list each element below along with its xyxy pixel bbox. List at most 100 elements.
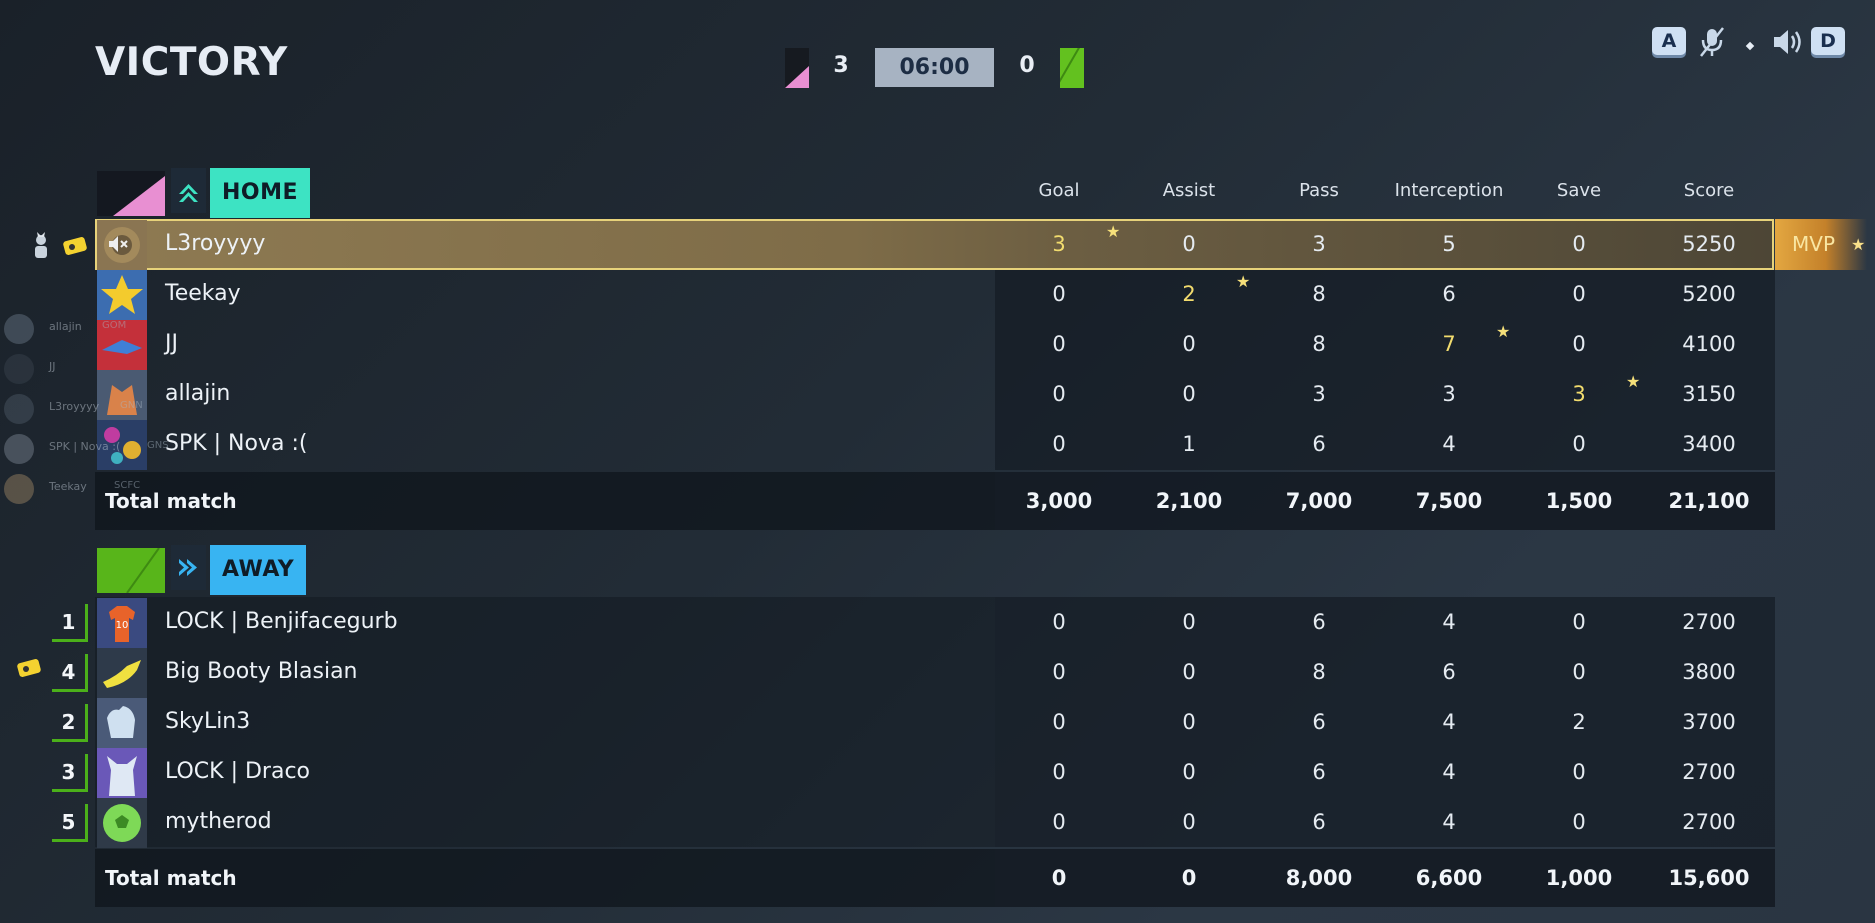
total-score: 15,600	[1668, 866, 1750, 890]
player-name[interactable]: Teekay	[165, 269, 241, 319]
avatar	[4, 434, 34, 464]
cell-goal: 0	[1052, 382, 1066, 406]
cell-goal: 0	[1052, 710, 1066, 734]
cell-interception: 6	[1442, 282, 1456, 306]
player-name[interactable]: SPK | Nova :(	[165, 419, 307, 469]
cell-save: 0	[1572, 660, 1586, 684]
column-pass: Pass	[1299, 180, 1339, 201]
total-save: 1,500	[1545, 489, 1613, 513]
cell-interception: 4	[1442, 610, 1456, 634]
cell-pass: 3	[1312, 232, 1326, 256]
total-pass: 7,000	[1285, 489, 1353, 513]
lobby-list-item[interactable]: SPK | Nova :( GNS	[2, 432, 169, 466]
result-title: VICTORY	[95, 40, 288, 85]
total-goal: 3,000	[1025, 489, 1093, 513]
cell-pass: 6	[1312, 810, 1326, 834]
player-name[interactable]: L3royyyy	[165, 219, 265, 269]
away-arrow-icon	[171, 545, 206, 590]
match-timer: 06:00	[875, 48, 994, 87]
player-name[interactable]: SkyLin3	[165, 697, 250, 747]
star-icon: ★	[1496, 322, 1511, 341]
total-assist: 0	[1181, 866, 1197, 890]
cell-assist: 0	[1182, 332, 1196, 356]
total-goal: 0	[1051, 866, 1067, 890]
dot-icon	[1745, 36, 1755, 51]
avatar	[97, 698, 147, 748]
total-assist: 2,100	[1155, 489, 1223, 513]
lobby-list-item[interactable]: L3royyyy GNN	[2, 392, 162, 426]
star-icon: ★	[1626, 372, 1641, 391]
player-name[interactable]: allajin	[165, 369, 230, 419]
cell-interception: 3	[1442, 382, 1456, 406]
cell-interception: 7	[1442, 332, 1456, 356]
cell-save: 0	[1572, 282, 1586, 306]
total-pass: 8,000	[1285, 866, 1353, 890]
player-name[interactable]: LOCK | Draco	[165, 747, 310, 797]
column-goal: Goal	[1038, 180, 1080, 201]
cell-interception: 6	[1442, 660, 1456, 684]
cell-save: 0	[1572, 760, 1586, 784]
player-name[interactable]: Big Booty Blasian	[165, 647, 358, 697]
total-interception: 6,600	[1415, 866, 1483, 890]
away-team-flag	[1060, 48, 1084, 88]
star-icon: ★	[1106, 222, 1121, 241]
lobby-list-item[interactable]: Teekay SCFC	[2, 472, 162, 506]
rank-badge: 1	[52, 604, 88, 642]
cell-score: 3800	[1682, 660, 1736, 684]
cell-save: 0	[1572, 332, 1586, 356]
muted-speaker-icon[interactable]	[107, 233, 129, 259]
player-name[interactable]: JJ	[165, 319, 178, 369]
cell-assist: 0	[1182, 610, 1196, 634]
away-score: 0	[1019, 53, 1035, 78]
cell-pass: 8	[1312, 332, 1326, 356]
mvp-badge: MVP ★	[1775, 219, 1867, 270]
mvp-label: MVP	[1792, 232, 1835, 256]
avatar	[4, 474, 34, 504]
avatar	[4, 354, 34, 384]
cell-assist: 0	[1182, 810, 1196, 834]
total-save: 1,000	[1545, 866, 1613, 890]
avatar	[4, 394, 34, 424]
lobby-list-item[interactable]: JJ	[2, 352, 162, 386]
cell-goal: 0	[1052, 810, 1066, 834]
cell-save: 0	[1572, 232, 1586, 256]
player-name[interactable]: mytherod	[165, 797, 272, 847]
svg-text:10: 10	[116, 620, 129, 631]
cell-pass: 8	[1312, 282, 1326, 306]
cell-assist: 2	[1182, 282, 1196, 306]
key-d-hint[interactable]: D	[1811, 27, 1845, 55]
cell-interception: 5	[1442, 232, 1456, 256]
home-team-flag	[785, 48, 809, 88]
cell-score: 3400	[1682, 432, 1736, 456]
cell-assist: 1	[1182, 432, 1196, 456]
star-icon: ★	[1236, 272, 1251, 291]
cell-pass: 8	[1312, 660, 1326, 684]
cell-pass: 3	[1312, 382, 1326, 406]
cell-pass: 6	[1312, 610, 1326, 634]
away-total-label: Total match	[105, 866, 237, 890]
rank-badge: 3	[52, 754, 88, 792]
cell-goal: 3	[1052, 232, 1066, 256]
speaker-icon[interactable]	[1771, 26, 1805, 58]
lobby-player-name: SPK | Nova :(	[49, 440, 121, 453]
cell-score: 4100	[1682, 332, 1736, 356]
cell-save: 0	[1572, 610, 1586, 634]
rank-badge: 5	[52, 804, 88, 842]
avatar: 10	[97, 598, 147, 648]
mic-muted-icon[interactable]	[1697, 26, 1727, 58]
rank-badge: 2	[52, 704, 88, 742]
cell-goal: 0	[1052, 760, 1066, 784]
cell-score: 2700	[1682, 610, 1736, 634]
home-team-label: HOME	[210, 168, 311, 218]
cell-pass: 6	[1312, 760, 1326, 784]
lobby-list-item[interactable]: allajin GOM	[2, 312, 162, 346]
column-interception: Interception	[1394, 180, 1504, 201]
lobby-player-tag: GOM	[102, 320, 127, 331]
cell-interception: 4	[1442, 432, 1456, 456]
cell-save: 0	[1572, 810, 1586, 834]
key-a-hint[interactable]: A	[1652, 27, 1686, 55]
cell-goal: 0	[1052, 610, 1066, 634]
lobby-player-tag: SCFC	[114, 480, 141, 491]
player-name[interactable]: LOCK | Benjifacegurb	[165, 597, 398, 647]
avatar	[97, 648, 147, 698]
